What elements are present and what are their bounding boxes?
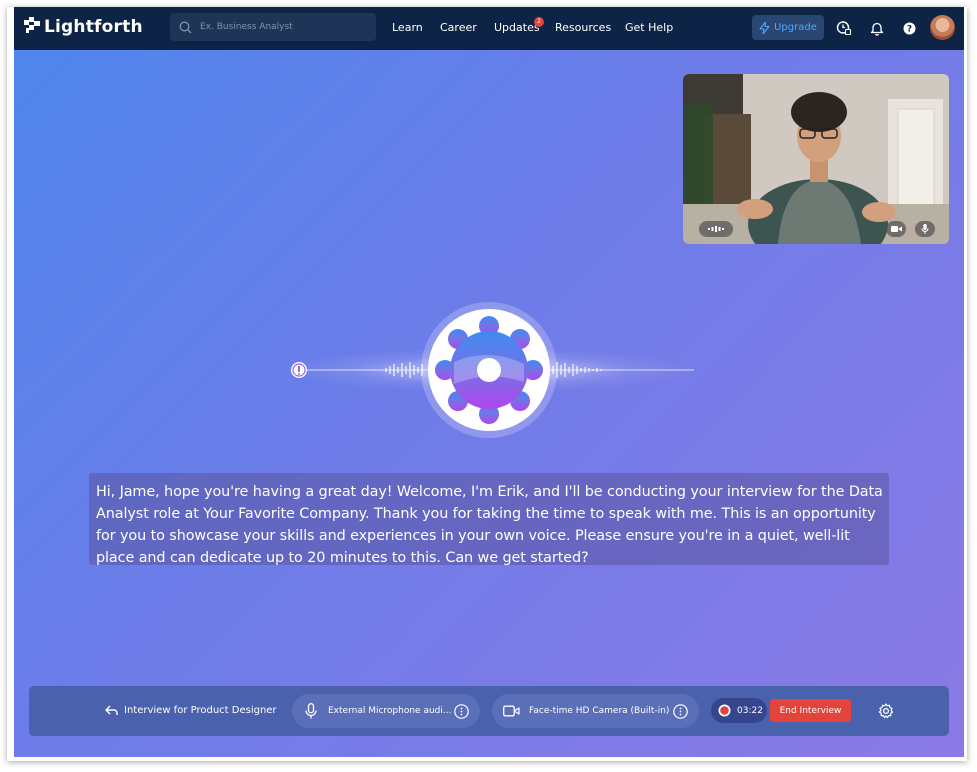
camera-selector[interactable]: Face-time HD Camera (Built-in) <box>492 694 699 728</box>
history-icon[interactable] <box>836 20 852 36</box>
video-mic-icon[interactable] <box>915 221 935 237</box>
search-input[interactable]: Ex. Business Analyst <box>170 13 376 41</box>
lightning-icon <box>759 21 770 34</box>
recording-timer: 03:22 <box>711 698 767 723</box>
user-avatar[interactable] <box>930 15 955 40</box>
audio-level-indicator <box>699 221 733 237</box>
camera-icon <box>503 705 520 717</box>
microphone-device-name: External Microphone audi... <box>328 706 452 716</box>
mic-marker-icon <box>291 362 307 378</box>
video-camera-icon[interactable] <box>886 221 906 237</box>
nav-get-help[interactable]: Get Help <box>625 21 673 34</box>
top-nav-bar: Lightforth Ex. Business Analyst Learn Ca… <box>14 7 964 50</box>
updates-badge: 2 <box>534 17 544 27</box>
brand-logo[interactable]: Lightforth <box>24 17 143 37</box>
nav-resources[interactable]: Resources <box>555 21 611 34</box>
back-arrow-icon <box>105 705 118 716</box>
timer-value: 03:22 <box>737 705 763 716</box>
nav-updates[interactable]: Updates <box>494 21 540 34</box>
search-placeholder: Ex. Business Analyst <box>200 22 293 32</box>
more-options-icon[interactable] <box>454 703 469 719</box>
nav-career[interactable]: Career <box>440 21 477 34</box>
ai-orb-icon <box>421 302 557 438</box>
end-interview-button[interactable]: End Interview <box>770 699 851 722</box>
help-icon[interactable]: ? <box>901 20 917 36</box>
interview-app: Lightforth Ex. Business Analyst Learn Ca… <box>14 7 964 757</box>
interviewer-video <box>683 74 949 244</box>
search-icon <box>179 21 192 34</box>
interview-controls-bar: Interview for Product Designer External … <box>29 686 949 736</box>
nav-learn[interactable]: Learn <box>392 21 423 34</box>
camera-device-name: Face-time HD Camera (Built-in) <box>529 706 670 716</box>
bell-icon[interactable] <box>869 20 885 36</box>
logo-icon <box>24 17 40 37</box>
voice-visualizer <box>279 302 699 438</box>
microphone-icon <box>305 703 317 719</box>
gear-icon[interactable] <box>878 703 894 723</box>
interviewer-transcript: Hi, Jame, hope you're having a great day… <box>89 473 889 566</box>
back-to-interview-button[interactable]: Interview for Product Designer <box>105 705 277 716</box>
interviewer-video-frame <box>683 74 949 244</box>
interview-title: Interview for Product Designer <box>124 705 277 716</box>
more-options-icon[interactable] <box>673 703 688 719</box>
upgrade-button[interactable]: Upgrade <box>752 15 824 40</box>
svg-text:?: ? <box>906 24 911 34</box>
microphone-selector[interactable]: External Microphone audi... <box>292 694 480 728</box>
record-icon <box>718 704 731 717</box>
upgrade-label: Upgrade <box>774 22 817 33</box>
brand-name: Lightforth <box>44 17 143 37</box>
